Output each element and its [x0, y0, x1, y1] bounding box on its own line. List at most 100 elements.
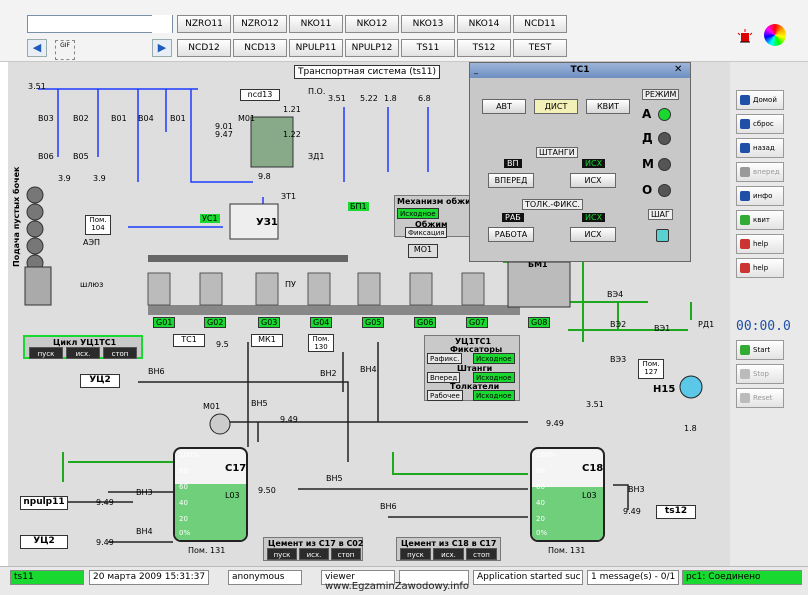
mode-m-lamp: [658, 158, 671, 171]
pressure-value: 1.22: [283, 130, 301, 139]
forward-button[interactable]: ВПЕРЕД: [488, 173, 534, 188]
cement-c17-panel: Цемент из С17 в С02 пуск исх. стоп: [263, 537, 363, 561]
system-button-npulp12[interactable]: NPULP12: [345, 39, 399, 57]
start-button[interactable]: пуск: [29, 347, 63, 359]
nav-button-1[interactable]: сброс: [736, 114, 784, 134]
start-button[interactable]: пуск: [400, 548, 431, 560]
system-button-nko13[interactable]: NKO13: [401, 15, 455, 33]
work-button[interactable]: РАБОТА: [488, 227, 534, 242]
uc2-button[interactable]: УЦ2: [80, 374, 120, 388]
status-count[interactable]: 1 message(s) - 0/1: [587, 570, 679, 585]
nav-button-0[interactable]: Домой: [736, 90, 784, 110]
conveyor-tag[interactable]: G05: [362, 317, 385, 328]
system-button-ncd13[interactable]: NCD13: [233, 39, 287, 57]
stop-button[interactable]: стоп: [331, 548, 361, 560]
mo1-label: МО1: [408, 244, 438, 258]
scale-tick: 40: [536, 499, 545, 507]
system-button-nko12[interactable]: NKO12: [345, 15, 399, 33]
conveyor-tag[interactable]: G02: [204, 317, 227, 328]
uc2-button[interactable]: УЦ2: [20, 535, 68, 549]
motor-label: М01: [203, 402, 221, 411]
step-button[interactable]: [656, 229, 669, 242]
nav-button-2[interactable]: назад: [736, 138, 784, 158]
return-button[interactable]: ИСХ: [570, 173, 616, 188]
system-button-ncd12[interactable]: NCD12: [177, 39, 231, 57]
button-label: Start: [753, 346, 771, 354]
start-button[interactable]: пуск: [267, 548, 297, 560]
alarm-icon[interactable]: [736, 28, 754, 46]
stop-button[interactable]: Stop: [736, 364, 784, 384]
system-button-npulp11[interactable]: NPULP11: [289, 39, 343, 57]
scale-tick: 0%: [536, 529, 548, 537]
tank-c18[interactable]: С18 L03 100% 80 60 40 20 0%: [530, 447, 605, 542]
color-wheel-icon[interactable]: [764, 24, 786, 46]
step-label: ШАГ: [648, 209, 673, 220]
stop-button[interactable]: стоп: [103, 347, 137, 359]
remote-button[interactable]: ДИСТ: [534, 99, 578, 114]
ncd13-label[interactable]: ncd13: [240, 89, 280, 101]
auto-button[interactable]: АВТ: [482, 99, 526, 114]
valve-label: В01: [170, 114, 186, 123]
initial-button[interactable]: исх.: [299, 548, 329, 560]
pressure-value: 6.8: [418, 94, 431, 103]
ts12-button[interactable]: ts12: [656, 505, 696, 519]
system-button-test[interactable]: TEST: [513, 39, 567, 57]
initial-button[interactable]: исх.: [433, 548, 464, 560]
initial-button[interactable]: исх.: [66, 347, 100, 359]
system-button-nko14[interactable]: NKO14: [457, 15, 511, 33]
pressure-value: 5.22: [360, 94, 378, 103]
pu-label: ПУ: [285, 280, 296, 289]
conveyor-tag[interactable]: G01: [153, 317, 176, 328]
nav-button-3[interactable]: вперед: [736, 162, 784, 182]
system-button-nzro12[interactable]: NZRO12: [233, 15, 287, 33]
valve-label: ВН3: [628, 485, 645, 494]
nav-button-5[interactable]: квит: [736, 210, 784, 230]
nav-icon: [740, 191, 750, 201]
start-button[interactable]: Start: [736, 340, 784, 360]
close-icon[interactable]: ✕: [674, 64, 682, 75]
system-button-ts12[interactable]: TS12: [457, 39, 511, 57]
nav-button-7[interactable]: help: [736, 258, 784, 278]
nav-button-4[interactable]: инфо: [736, 186, 784, 206]
system-button-ts11[interactable]: TS11: [401, 39, 455, 57]
nav-button-6[interactable]: help: [736, 234, 784, 254]
label: Рабочее: [427, 390, 463, 401]
system-button-nzro11[interactable]: NZRO11: [177, 15, 231, 33]
tank-label: С18: [582, 463, 604, 474]
pressure-value: 1.8: [384, 94, 397, 103]
us1-label[interactable]: УС1: [200, 214, 220, 223]
nav-icon: [740, 263, 750, 273]
conveyor-tag[interactable]: G06: [414, 317, 437, 328]
mode-o-lamp: [658, 184, 671, 197]
conveyor-tag[interactable]: G07: [466, 317, 489, 328]
reset-button[interactable]: Reset: [736, 388, 784, 408]
valve-label: ВН4: [136, 527, 153, 536]
mk1-label[interactable]: МК1: [251, 334, 283, 347]
back-arrow-icon[interactable]: ◀: [27, 39, 47, 57]
motor-label: М01: [238, 114, 256, 123]
ack-button[interactable]: КВИТ: [586, 99, 630, 114]
button-label: help: [753, 240, 769, 248]
minimize-icon[interactable]: _: [474, 65, 478, 74]
stop-button[interactable]: стоп: [466, 548, 497, 560]
conveyor-tag[interactable]: G04: [310, 317, 333, 328]
npulp11-button[interactable]: npulp11: [20, 496, 68, 510]
valve-label: ВН6: [380, 502, 397, 511]
system-button-ncd11[interactable]: NCD11: [513, 15, 567, 33]
forward-arrow-icon[interactable]: ▶: [152, 39, 172, 57]
ts1-label[interactable]: ТС1: [173, 334, 205, 347]
system-button-nko11[interactable]: NKO11: [289, 15, 343, 33]
section-label: ШТАНГИ: [536, 147, 578, 158]
tank-c17[interactable]: С17 L03 100% 80 60 40 20 0%: [173, 447, 248, 542]
valve-label: В02: [73, 114, 89, 123]
conveyor-tag[interactable]: G03: [258, 317, 281, 328]
return-button[interactable]: ИСХ: [570, 227, 616, 242]
zt1-label: ЗТ1: [281, 192, 297, 201]
bp1-label[interactable]: БП1: [348, 202, 369, 211]
conveyor-tag[interactable]: G08: [528, 317, 551, 328]
button-label: инфо: [753, 192, 773, 200]
cycle-panel: Цикл УЦ1ТС1 пуск исх. стоп: [23, 335, 143, 359]
mode-a-lamp: [658, 108, 671, 121]
valve-label: В06: [38, 152, 54, 161]
state-indicator: Фиксация: [405, 227, 448, 238]
